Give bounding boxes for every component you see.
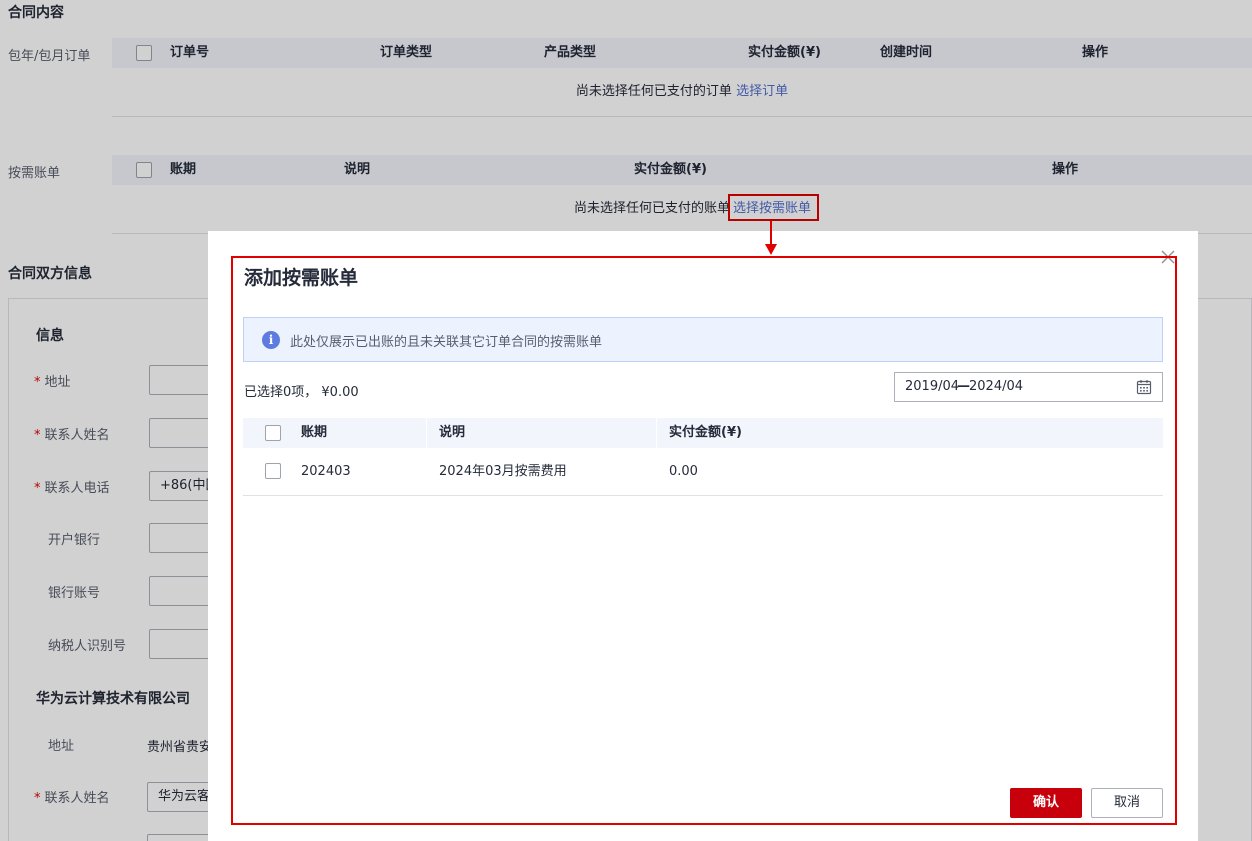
dialog-highlight-frame (231, 256, 1177, 825)
annotation-arrow-head-icon (765, 244, 777, 255)
contract-page: 合同内容 包年/包月订单 订单号 订单类型 产品类型 实付金额(¥) 创建时间 … (0, 0, 1252, 841)
